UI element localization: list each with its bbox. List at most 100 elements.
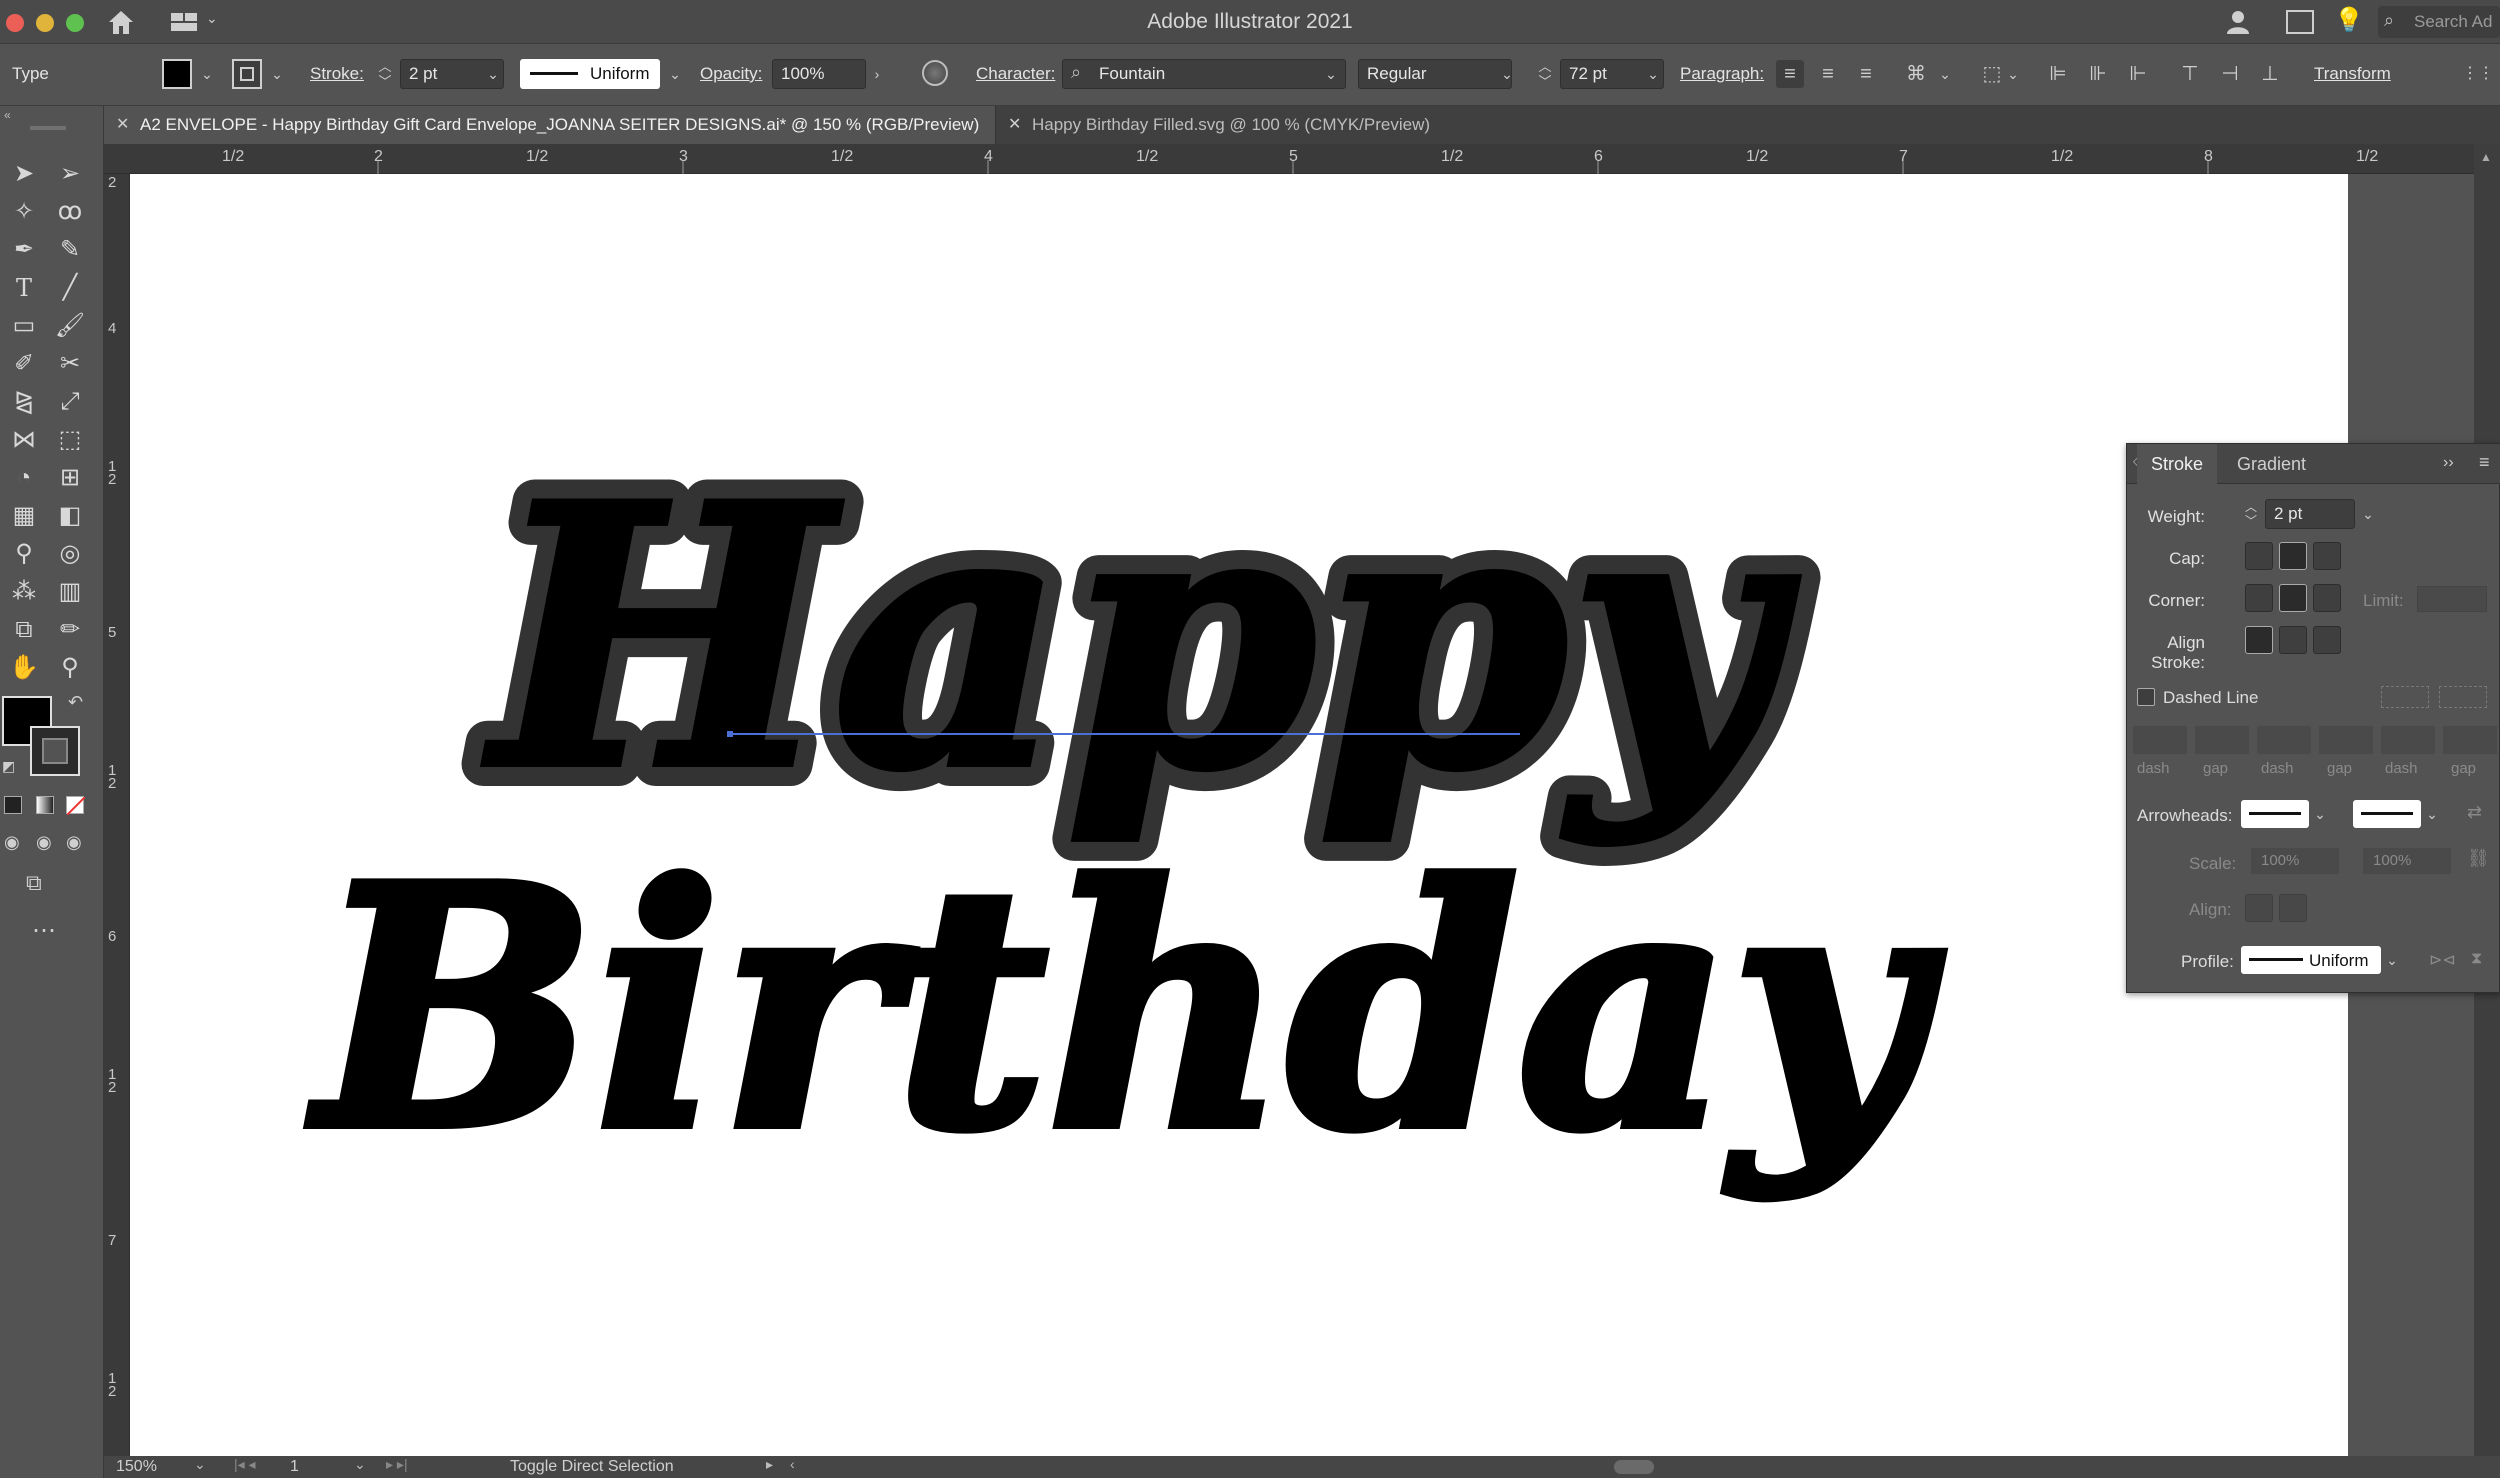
gap-field-2[interactable] (2319, 726, 2373, 754)
blend-tool-icon[interactable]: ◎ (50, 536, 90, 572)
chevron-right-icon[interactable]: ▸ (766, 1456, 773, 1473)
free-transform-tool-icon[interactable]: ⬚ (50, 422, 90, 458)
scroll-up-icon[interactable]: ▲ (2480, 150, 2492, 164)
magic-wand-tool-icon[interactable]: ✧ (4, 194, 44, 230)
gradient-mode-icon[interactable] (36, 796, 54, 814)
user-account-icon[interactable] (2224, 8, 2254, 36)
align-stroke-center-button[interactable] (2245, 626, 2273, 654)
close-icon[interactable]: ✕ (116, 106, 129, 144)
collapse-panel-icon[interactable]: « (4, 108, 11, 122)
stroke-profile-dropdown[interactable]: Uniform (520, 59, 660, 89)
swap-arrowheads-icon[interactable]: ⇄ (2467, 802, 2482, 823)
chevron-down-icon[interactable]: ⌄ (1322, 59, 1340, 89)
chevron-down-icon[interactable]: ⌄ (194, 1456, 206, 1473)
align-dash-corners-icon[interactable] (2439, 686, 2487, 708)
tab-gradient[interactable]: Gradient (2223, 444, 2320, 484)
chevron-down-icon[interactable]: ⌄ (1644, 59, 1662, 89)
chevron-down-icon[interactable]: ⌄ (2423, 799, 2441, 829)
align-top-edges-icon[interactable]: ⊤ (2176, 60, 2204, 88)
gap-field-1[interactable] (2195, 726, 2249, 754)
align-center-icon[interactable]: ≡ (1814, 60, 1842, 88)
stepper-arrows-icon[interactable]: ︿ ﹀ (1536, 59, 1554, 89)
text-anchor-point[interactable] (727, 731, 733, 737)
flip-along-icon[interactable]: ⊳⊲ (2429, 950, 2456, 970)
edit-toolbar-icon[interactable]: ⋯ (32, 916, 56, 945)
gap-field-3[interactable] (2443, 726, 2497, 754)
align-left-icon[interactable]: ≡ (1776, 60, 1804, 88)
bevel-join-button[interactable] (2313, 584, 2341, 612)
chevron-down-icon[interactable]: ⌄ (2004, 59, 2022, 89)
scissors-tool-icon[interactable]: ✂ (50, 346, 90, 382)
chevron-down-icon[interactable]: ⌄ (1498, 59, 1516, 89)
swap-fill-stroke-icon[interactable]: ↶ (68, 692, 83, 713)
stepper-arrows-icon[interactable]: ︿ ﹀ (376, 59, 394, 89)
projecting-cap-button[interactable] (2313, 542, 2341, 570)
butt-cap-button[interactable] (2245, 542, 2273, 570)
shaper-tool-icon[interactable]: ✐ (4, 346, 44, 382)
align-bottom-edges-icon[interactable]: ⊥ (2256, 60, 2284, 88)
font-style-field[interactable]: Regular (1358, 59, 1512, 89)
draw-inside-icon[interactable]: ◉ (66, 832, 82, 853)
stroke-color-swatch[interactable] (30, 726, 80, 776)
zoom-level[interactable]: 150% (116, 1458, 157, 1476)
tab-stroke[interactable]: Stroke (2137, 444, 2218, 484)
end-arrowhead-dropdown[interactable] (2353, 800, 2421, 828)
chevron-down-icon[interactable]: ⌄ (2359, 499, 2377, 529)
chevron-down-icon[interactable]: ⌄ (666, 59, 684, 89)
fill-swatch[interactable] (162, 59, 192, 89)
chevron-down-icon[interactable]: ⌄ (1936, 59, 1954, 89)
eyedropper-tool-icon[interactable]: ⚲ (4, 536, 44, 572)
align-vertical-centers-icon[interactable]: ⊣ (2216, 60, 2244, 88)
tab-document-a2-envelope[interactable]: ✕ A2 ENVELOPE - Happy Birthday Gift Card… (104, 106, 996, 144)
warp-text-icon[interactable]: ⌘ (1902, 60, 1930, 88)
slice-tool-icon[interactable]: ✏ (50, 612, 90, 648)
pen-tool-icon[interactable]: ✒ (4, 232, 44, 268)
scale-tool-icon[interactable]: ⤢ (50, 384, 90, 420)
character-label[interactable]: Character: (976, 64, 1055, 84)
align-right-edges-icon[interactable]: ⊩ (2124, 60, 2152, 88)
round-cap-button[interactable] (2279, 542, 2307, 570)
line-segment-tool-icon[interactable]: ╱ (50, 270, 90, 306)
perspective-grid-tool-icon[interactable]: ⊞ (50, 460, 90, 496)
draw-normal-icon[interactable]: ◉ (4, 832, 20, 853)
none-mode-icon[interactable] (66, 796, 85, 815)
horizontal-ruler[interactable]: 1/2 2 1/2 3 1/2 4 1/2 5 1/2 6 1/2 7 1/2 … (104, 144, 2500, 174)
font-family-field[interactable]: ⌕ Fountain (1062, 59, 1346, 89)
stroke-swatch[interactable] (232, 59, 262, 89)
chevron-down-icon[interactable]: ⌄ (2383, 945, 2401, 975)
dash-field-3[interactable] (2381, 726, 2435, 754)
last-artboard-icon[interactable]: ▸ ▸| (386, 1456, 408, 1473)
weight-field[interactable]: 2 pt (2265, 499, 2355, 529)
width-tool-icon[interactable]: ⋈ (4, 422, 44, 458)
tab-document-happy-birthday-filled[interactable]: ✕ Happy Birthday Filled.svg @ 100 % (CMY… (996, 106, 1596, 144)
dash-field-1[interactable] (2133, 726, 2187, 754)
reflect-tool-icon[interactable]: ⧎ (4, 384, 44, 420)
align-stroke-inside-button[interactable] (2279, 626, 2307, 654)
arrange-documents-icon[interactable] (2286, 10, 2314, 34)
gradient-tool-icon[interactable]: ◧ (50, 498, 90, 534)
draw-behind-icon[interactable]: ◉ (36, 832, 52, 853)
screen-mode-icon[interactable]: ⧉ (26, 870, 42, 896)
panel-grip[interactable] (30, 126, 66, 130)
hand-tool-icon[interactable]: ✋ (4, 650, 44, 686)
panel-menu-icon[interactable]: ⋮⋮ (2462, 60, 2494, 88)
mesh-tool-icon[interactable]: ▦ (4, 498, 44, 534)
chevron-down-icon[interactable]: ⌄ (268, 59, 286, 89)
flip-across-icon[interactable]: ⧗ (2471, 950, 2482, 968)
dash-field-2[interactable] (2257, 726, 2311, 754)
search-box[interactable]: ⌕ Search Ad (2378, 6, 2500, 38)
column-graph-tool-icon[interactable]: ▥ (50, 574, 90, 610)
link-scale-icon[interactable]: ⛓ (2467, 848, 2490, 869)
shape-builder-icon[interactable]: ⬚ (1978, 60, 2006, 88)
shape-builder-tool-icon[interactable]: ◔ (4, 460, 44, 496)
limit-field[interactable] (2417, 586, 2487, 612)
preserve-dash-icon[interactable] (2381, 686, 2429, 708)
type-tool-icon[interactable]: T (4, 270, 44, 306)
default-colors-icon[interactable]: ◩ (2, 758, 15, 775)
miter-join-button[interactable] (2245, 584, 2273, 612)
transform-link[interactable]: Transform (2314, 64, 2391, 84)
lightbulb-icon[interactable]: 💡 (2334, 6, 2364, 36)
arrow-tip-at-end-button[interactable] (2279, 894, 2307, 922)
chevron-down-icon[interactable]: ⌄ (198, 59, 216, 89)
align-horizontal-centers-icon[interactable]: ⊪ (2084, 60, 2112, 88)
